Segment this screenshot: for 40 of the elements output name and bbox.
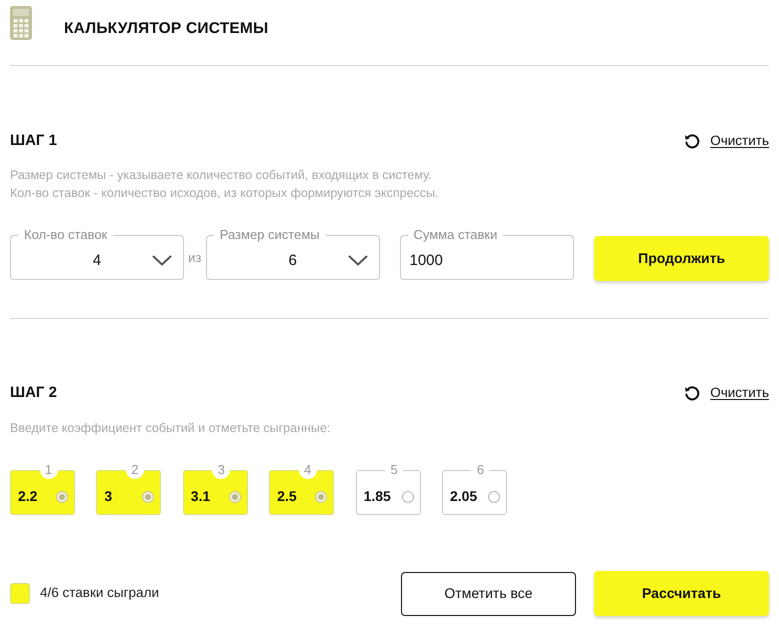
clear-link[interactable]: Очистить <box>684 382 769 404</box>
odds-value: 2.2 <box>18 487 38 506</box>
continue-button[interactable]: Продолжить <box>594 236 769 281</box>
select-field[interactable]: Размер системы 6 <box>206 227 380 280</box>
field-label: Сумма ставки <box>412 227 498 243</box>
field-label: Размер системы <box>218 227 321 243</box>
hint-text: Введите коэффициент событий и отметьте сыгранные: <box>10 420 332 437</box>
calculator-icon <box>10 6 32 40</box>
select-value: 4 <box>92 250 102 271</box>
input-value: 1000 <box>410 250 443 271</box>
hint-text: Кол-во ставок - количество исходов, из которых формируются экспрессы. <box>10 185 440 202</box>
calculate-button[interactable]: Рассчитать <box>594 571 769 616</box>
radio-icon[interactable] <box>402 490 414 502</box>
odds-value: 3.1 <box>190 487 210 506</box>
played-count-label: 4/6 ставки сыграли <box>40 584 159 602</box>
hint-text: Размер системы - указываете количество событий, входящих в систему. <box>10 167 433 184</box>
reset-icon <box>684 133 700 149</box>
radio-icon[interactable] <box>228 490 241 502</box>
odds-value: 1.85 <box>364 487 391 506</box>
radio-icon[interactable] <box>56 490 68 502</box>
clear-link[interactable]: Очистить <box>684 130 769 152</box>
odds-value: 2.5 <box>277 487 297 506</box>
chevron-down-icon <box>348 255 368 266</box>
mark-all-button[interactable]: Отметить все <box>401 572 576 616</box>
separator-text: из <box>187 248 202 266</box>
select-value: 6 <box>288 250 297 271</box>
chevron-down-icon <box>152 255 172 266</box>
odds-value: 2.05 <box>450 487 478 506</box>
checkbox[interactable] <box>10 583 30 604</box>
input-field[interactable]: Сумма ставки 1000 <box>400 227 574 280</box>
select-field[interactable]: Кол-во ставок 4 <box>10 227 184 280</box>
radio-icon[interactable] <box>315 490 328 502</box>
field-label: Кол-во ставок <box>23 227 108 243</box>
step-title: ШАГ 2 <box>10 382 57 403</box>
page-title: КАЛЬКУЛЯТОР СИСТЕМЫ <box>64 19 268 39</box>
reset-icon <box>684 385 700 401</box>
odds-value: 3 <box>104 487 112 506</box>
radio-icon[interactable] <box>488 490 500 502</box>
step-title: ШАГ 1 <box>10 130 57 151</box>
radio-icon[interactable] <box>142 490 154 502</box>
